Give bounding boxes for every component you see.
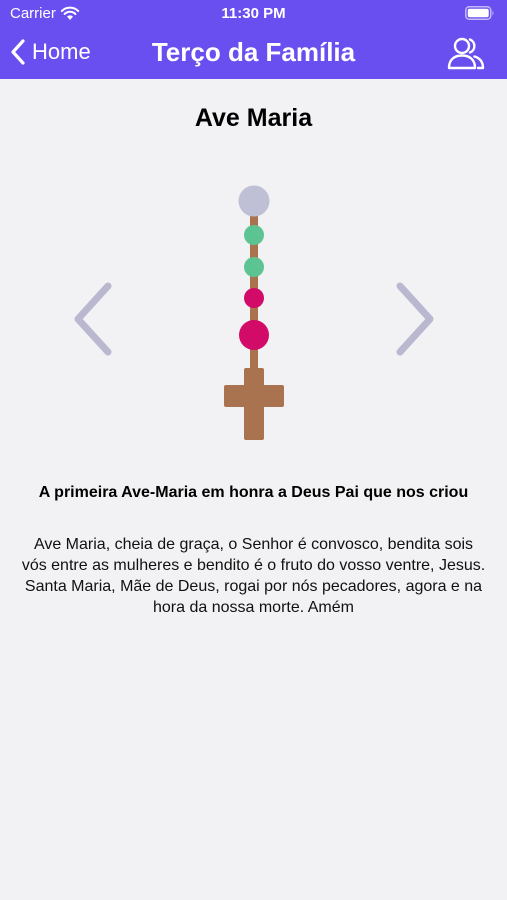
prayer-subtitle: A primeira Ave-Maria em honra a Deus Pai… — [38, 484, 469, 501]
chevron-left-icon — [11, 39, 25, 65]
rosary-bead-top — [238, 185, 270, 217]
back-label: Home — [32, 39, 91, 64]
cross-icon — [224, 368, 284, 440]
battery-icon — [465, 6, 494, 20]
rosary-bead-magenta-large — [239, 320, 269, 350]
prayer-title: Ave Maria — [194, 104, 313, 132]
rosary-bead-green-1 — [244, 225, 264, 245]
users-icon[interactable] — [447, 36, 485, 70]
back-button[interactable]: Home — [10, 36, 91, 68]
rosary-bead-green-2 — [244, 257, 264, 277]
status-time: 11:30 PM — [221, 5, 286, 22]
header: Carrier 11:30 PM Home Terço da Família — [0, 0, 507, 79]
chevron-right-arrow-icon[interactable] — [392, 280, 438, 358]
rosary-illustration — [224, 185, 284, 440]
navigation-bar: Home Terço da Família — [0, 28, 507, 79]
rosary-bead-magenta-small — [244, 288, 264, 308]
rosary-area — [0, 180, 507, 450]
prayer-text: Ave Maria, cheia de graça, o Senhor é co… — [21, 536, 486, 616]
chevron-left-arrow-icon[interactable] — [70, 280, 116, 358]
status-bar: Carrier 11:30 PM — [0, 0, 507, 28]
